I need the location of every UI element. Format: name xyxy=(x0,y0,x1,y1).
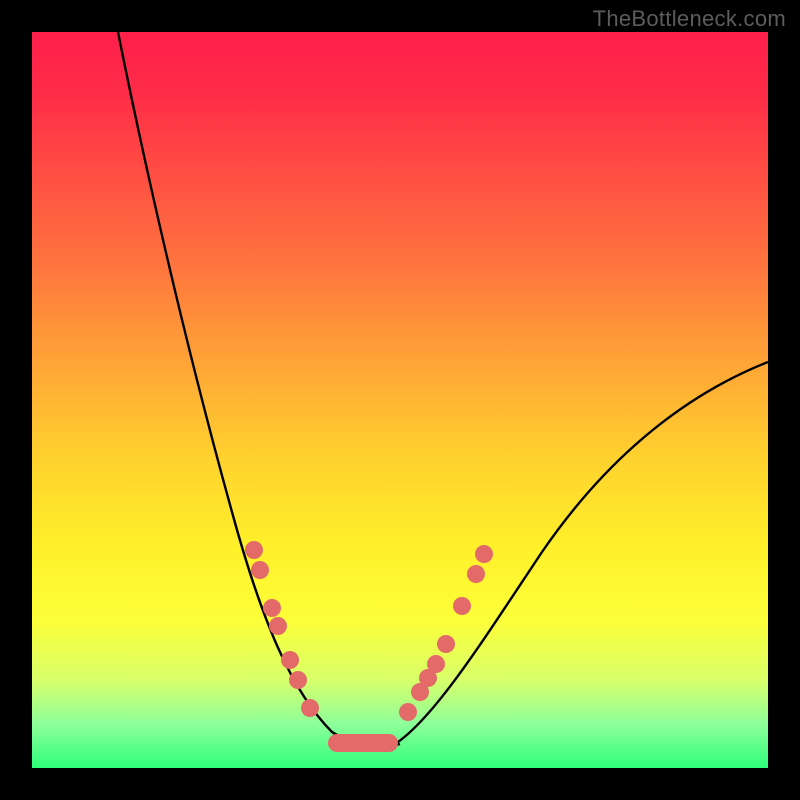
dot-right-4 xyxy=(427,655,445,673)
dot-left-6 xyxy=(289,671,307,689)
dot-right-5 xyxy=(437,635,455,653)
dot-right-7 xyxy=(467,565,485,583)
curve-left xyxy=(118,32,352,746)
plot-area xyxy=(32,32,768,768)
chart-frame: TheBottleneck.com xyxy=(0,0,800,800)
marker-dots xyxy=(245,541,493,752)
dot-left-4 xyxy=(269,617,287,635)
watermark-text: TheBottleneck.com xyxy=(593,6,786,32)
dot-left-2 xyxy=(251,561,269,579)
dot-left-3 xyxy=(263,599,281,617)
dot-left-5 xyxy=(281,651,299,669)
dot-right-1 xyxy=(399,703,417,721)
curve-right xyxy=(392,362,768,746)
curve-layer xyxy=(32,32,768,768)
dot-left-1 xyxy=(245,541,263,559)
dot-right-8 xyxy=(475,545,493,563)
dot-right-6 xyxy=(453,597,471,615)
valley-pill xyxy=(328,734,398,752)
dot-left-7 xyxy=(301,699,319,717)
